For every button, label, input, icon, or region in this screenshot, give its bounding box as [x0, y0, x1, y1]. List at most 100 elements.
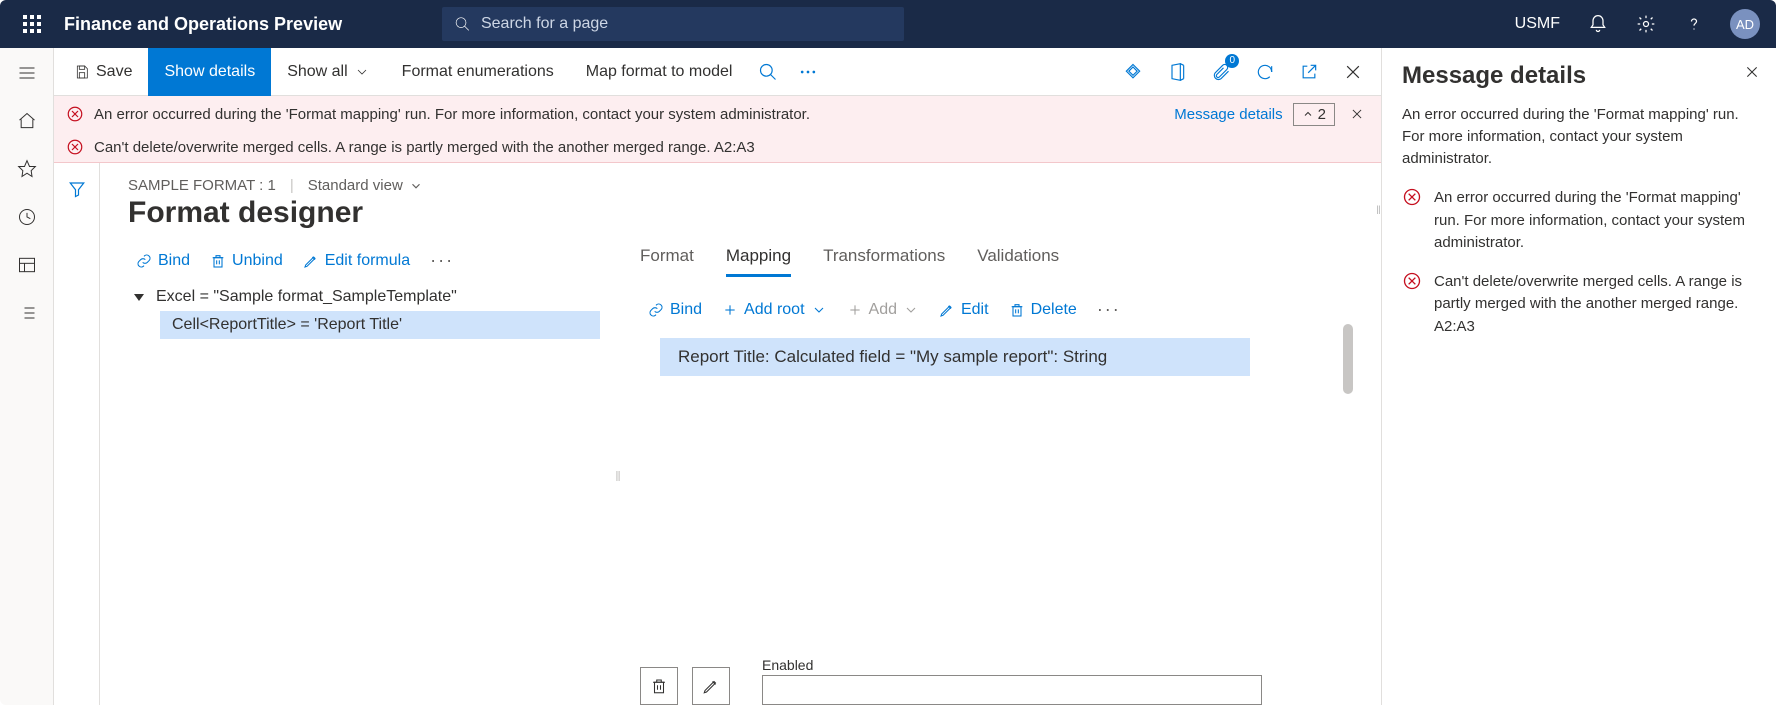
home-icon[interactable]	[5, 100, 49, 142]
save-label: Save	[96, 63, 132, 81]
action-search-icon[interactable]	[748, 52, 788, 92]
tab-mapping[interactable]: Mapping	[726, 246, 791, 277]
add-root-button[interactable]: Add root	[714, 297, 834, 323]
gear-icon[interactable]	[1626, 0, 1666, 48]
message-count: 2	[1318, 106, 1326, 123]
tab-format[interactable]: Format	[640, 246, 694, 277]
map-format-label: Map format to model	[586, 63, 733, 81]
tab-transformations[interactable]: Transformations	[823, 246, 945, 277]
workspace-icon[interactable]	[5, 244, 49, 286]
action-more-icon[interactable]	[788, 52, 828, 92]
top-bar: Finance and Operations Preview USMF AD	[0, 0, 1776, 48]
format-enumerations-button[interactable]: Format enumerations	[386, 48, 570, 96]
help-icon[interactable]	[1674, 0, 1714, 48]
panel-item-1: An error occurred during the 'Format map…	[1434, 187, 1756, 255]
chevron-down-icon	[354, 64, 370, 80]
refresh-icon[interactable]	[1245, 52, 1285, 92]
search-input[interactable]	[481, 15, 892, 33]
search-box[interactable]	[442, 7, 904, 41]
mapping-bind-button[interactable]: Bind	[640, 297, 710, 323]
message-bar-1: An error occurred during the 'Format map…	[54, 96, 1381, 132]
message-2-text: Can't delete/overwrite merged cells. A r…	[94, 139, 755, 156]
unbind-label: Unbind	[232, 252, 283, 270]
add-label: Add	[869, 301, 897, 319]
save-button[interactable]: Save	[58, 48, 148, 96]
message-1-text: An error occurred during the 'Format map…	[94, 106, 810, 123]
delete-square-button[interactable]	[640, 667, 678, 705]
mapping-bind-label: Bind	[670, 301, 702, 319]
breadcrumb-separator: |	[290, 177, 294, 194]
chevron-down-icon	[811, 302, 827, 318]
show-all-button[interactable]: Show all	[271, 48, 385, 96]
show-details-button[interactable]: Show details	[148, 48, 271, 96]
office-icon[interactable]	[1157, 52, 1197, 92]
edit-formula-label: Edit formula	[325, 252, 410, 270]
tree-root-label[interactable]: Excel = "Sample format_SampleTemplate"	[156, 288, 457, 306]
edit-square-button[interactable]	[692, 667, 730, 705]
app-launcher-icon[interactable]	[8, 0, 56, 48]
enabled-field[interactable]	[762, 675, 1262, 705]
close-panel-icon[interactable]	[1740, 60, 1764, 84]
chevron-down-icon	[903, 302, 919, 318]
mapping-delete-label: Delete	[1031, 301, 1077, 319]
breadcrumb: SAMPLE FORMAT : 1	[128, 177, 276, 194]
message-close-icon[interactable]	[1345, 102, 1369, 126]
panel-summary: An error occurred during the 'Format map…	[1402, 104, 1756, 169]
bind-label: Bind	[158, 252, 190, 270]
scrollbar[interactable]	[1343, 324, 1353, 394]
hamburger-icon[interactable]	[5, 52, 49, 94]
tree-child-selected[interactable]: Cell<ReportTitle> = 'Report Title'	[160, 311, 600, 339]
mapping-delete-button[interactable]: Delete	[1001, 297, 1085, 323]
message-details-panel: ‖ Message details An error occurred duri…	[1381, 48, 1776, 705]
mapping-item-selected[interactable]: Report Title: Calculated field = "My sam…	[660, 338, 1250, 376]
page-title: Format designer	[128, 196, 1353, 230]
modules-icon[interactable]	[5, 292, 49, 334]
error-icon	[1402, 271, 1422, 291]
panel-item-2: Can't delete/overwrite merged cells. A r…	[1434, 271, 1756, 339]
view-name: Standard view	[308, 177, 403, 194]
tab-validations[interactable]: Validations	[977, 246, 1059, 277]
error-icon	[66, 105, 84, 123]
message-count-toggle[interactable]: 2	[1293, 103, 1335, 126]
show-all-label: Show all	[287, 63, 347, 81]
add-button: Add	[839, 297, 927, 323]
chevron-up-icon	[1302, 108, 1314, 120]
left-toolbar-more[interactable]: ···	[422, 246, 462, 275]
recent-icon[interactable]	[5, 196, 49, 238]
attachments-icon[interactable]: 0	[1201, 52, 1241, 92]
message-details-link[interactable]: Message details	[1174, 106, 1282, 123]
format-enum-label: Format enumerations	[402, 63, 554, 81]
enabled-label: Enabled	[762, 657, 1262, 673]
left-nav-rail	[0, 48, 54, 705]
close-form-icon[interactable]	[1333, 52, 1373, 92]
message-bar-2: Can't delete/overwrite merged cells. A r…	[54, 132, 1381, 162]
filter-strip	[54, 163, 100, 705]
map-format-button[interactable]: Map format to model	[570, 48, 749, 96]
diamond-icon[interactable]	[1113, 52, 1153, 92]
chevron-down-icon	[409, 179, 423, 193]
view-selector[interactable]: Standard view	[308, 177, 423, 194]
bind-button[interactable]: Bind	[128, 248, 198, 274]
avatar[interactable]: AD	[1730, 9, 1760, 39]
panel-title: Message details	[1402, 62, 1756, 90]
tree-collapse-icon[interactable]	[132, 290, 146, 304]
bell-icon[interactable]	[1578, 0, 1618, 48]
attachments-badge: 0	[1225, 54, 1239, 68]
error-icon	[1402, 187, 1422, 207]
app-title: Finance and Operations Preview	[64, 14, 342, 35]
mapping-edit-label: Edit	[961, 301, 989, 319]
company-code[interactable]: USMF	[1505, 15, 1570, 33]
action-bar: Save Show details Show all Format enumer…	[54, 48, 1381, 96]
add-root-label: Add root	[744, 301, 804, 319]
message-bars: An error occurred during the 'Format map…	[54, 96, 1381, 163]
edit-formula-button[interactable]: Edit formula	[295, 248, 418, 274]
star-icon[interactable]	[5, 148, 49, 190]
show-details-label: Show details	[164, 63, 255, 81]
error-icon	[66, 138, 84, 156]
unbind-button[interactable]: Unbind	[202, 248, 291, 274]
filter-icon[interactable]	[59, 171, 95, 207]
popout-icon[interactable]	[1289, 52, 1329, 92]
mapping-edit-button[interactable]: Edit	[931, 297, 997, 323]
panel-resize-handle[interactable]: ‖	[1376, 198, 1382, 222]
mapping-toolbar-more[interactable]: ···	[1089, 295, 1129, 324]
